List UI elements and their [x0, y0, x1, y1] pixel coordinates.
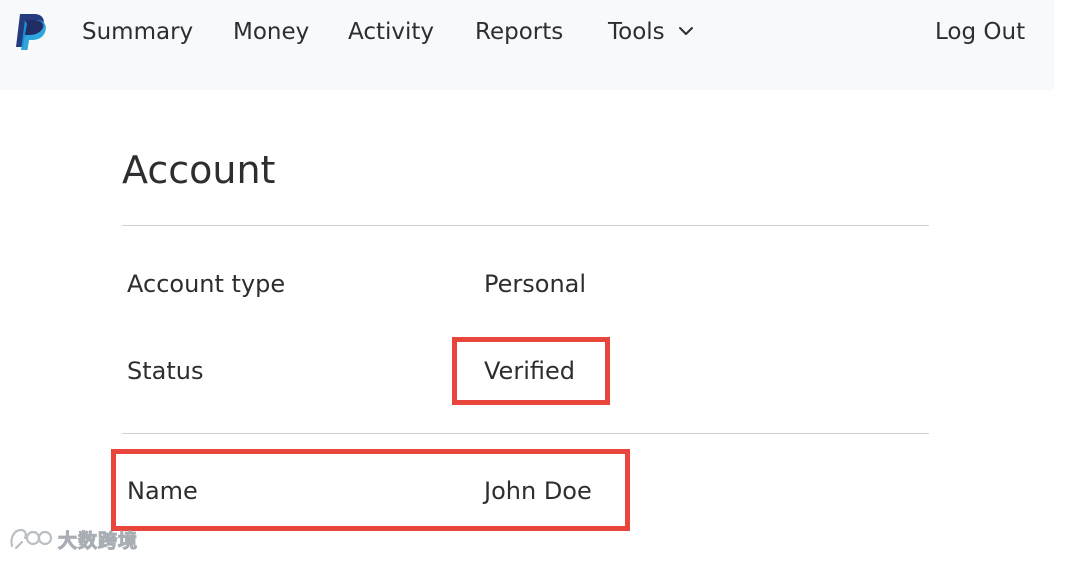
section-divider: [122, 225, 929, 226]
nav-activity[interactable]: Activity: [348, 16, 434, 48]
nav-money[interactable]: Money: [233, 16, 309, 48]
status-highlight-box: [452, 337, 610, 405]
nav-reports[interactable]: Reports: [475, 16, 563, 48]
section-divider: [122, 433, 929, 434]
nav-tools[interactable]: Tools: [608, 16, 665, 48]
account-type-value: Personal: [484, 270, 587, 298]
watermark-logo-icon: [10, 528, 52, 550]
paypal-account-page: Summary Money Activity Reports Tools Log…: [0, 0, 1080, 561]
paypal-logo-icon[interactable]: [14, 12, 48, 52]
top-nav-bar: Summary Money Activity Reports Tools Log…: [0, 0, 1054, 90]
account-type-label: Account type: [127, 270, 286, 298]
page-title: Account: [122, 148, 276, 192]
nav-summary[interactable]: Summary: [82, 16, 193, 48]
chevron-down-icon[interactable]: [678, 25, 694, 37]
watermark: 大数跨境: [8, 524, 138, 554]
status-label: Status: [127, 357, 204, 385]
logout-link[interactable]: Log Out: [935, 16, 1025, 48]
watermark-text: 大数跨境: [57, 529, 139, 552]
name-highlight-box: [111, 449, 630, 531]
